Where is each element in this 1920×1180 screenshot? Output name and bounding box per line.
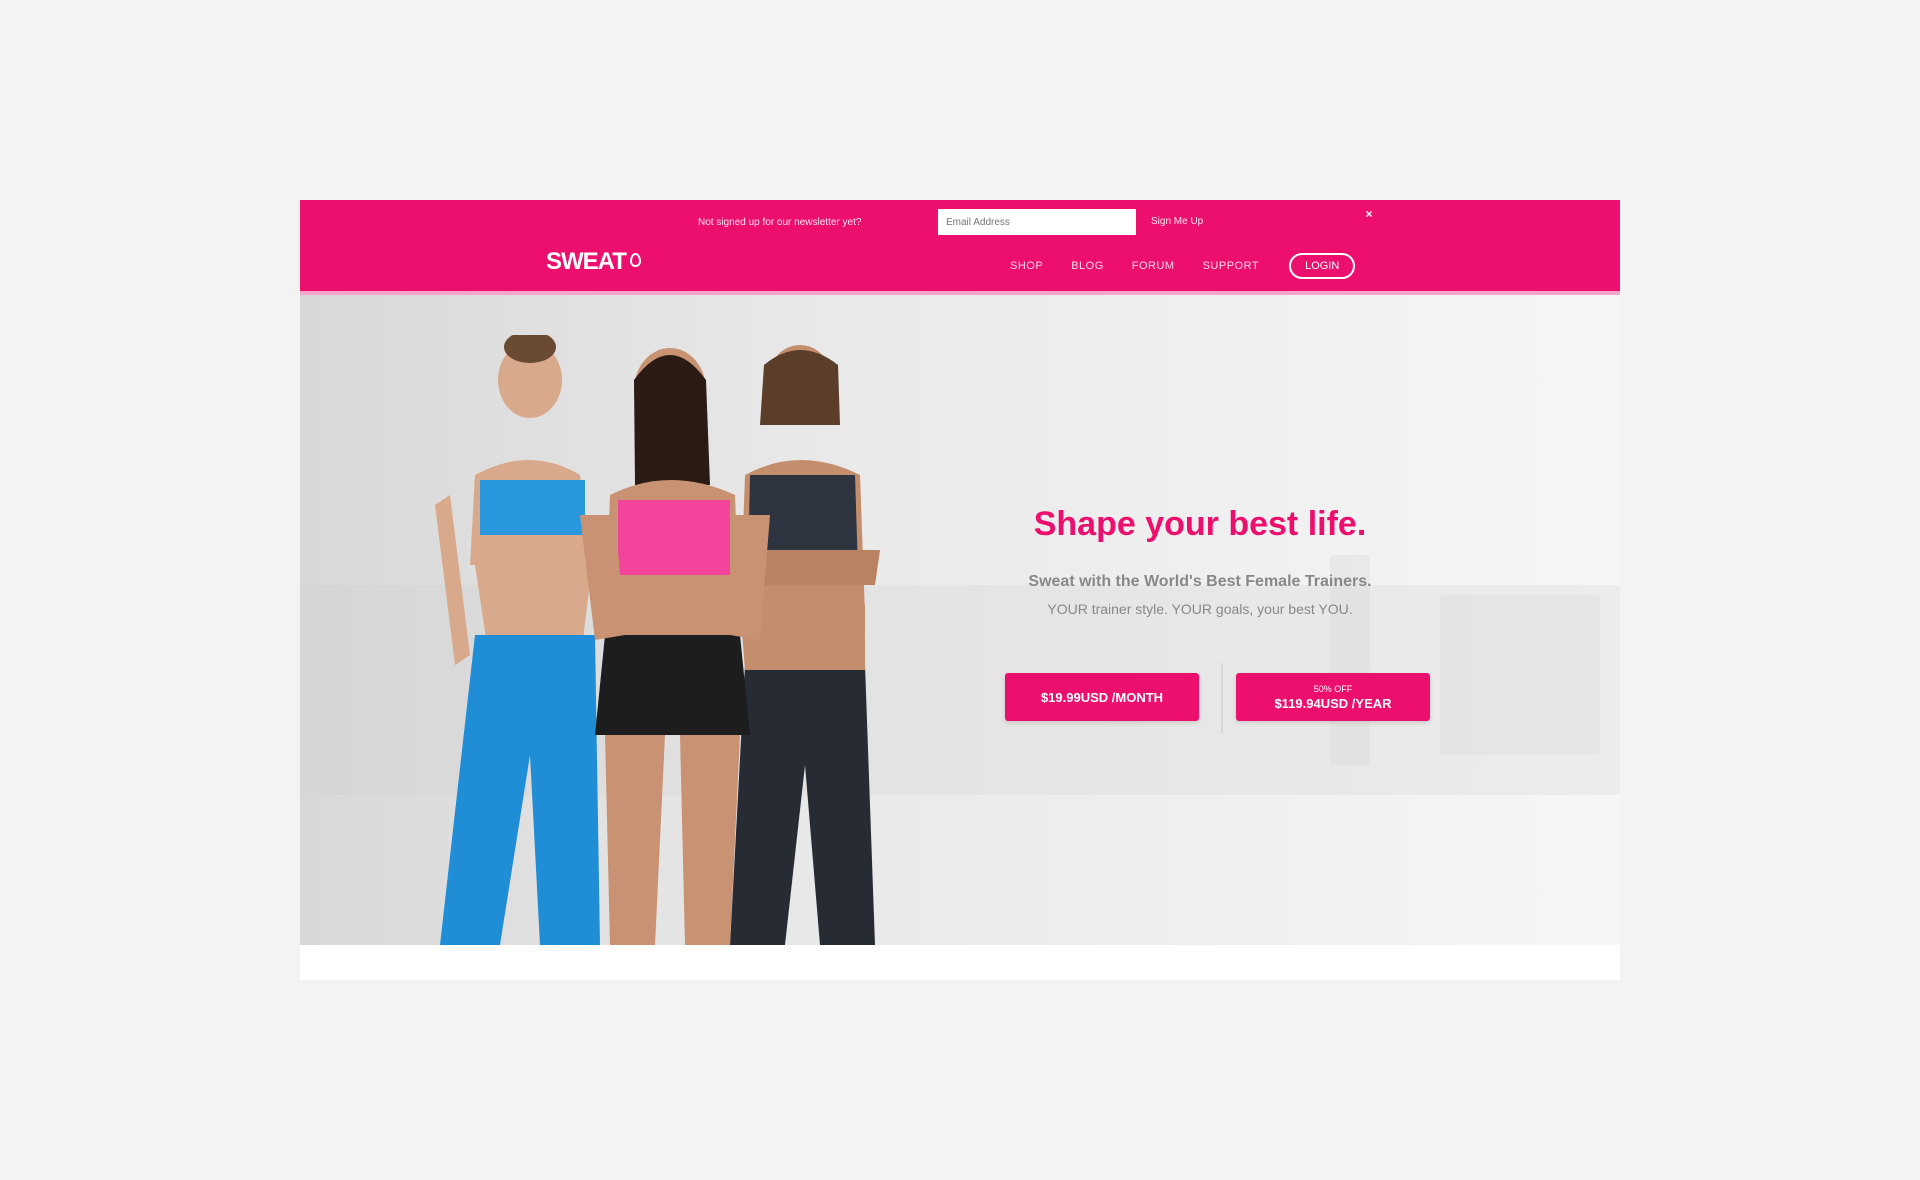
logo[interactable]: SWEAT — [546, 248, 641, 276]
page-bottom-strip — [300, 945, 1620, 980]
newsletter-email-input[interactable] — [938, 209, 1136, 235]
hero-subline-2: YOUR trainer style. YOUR goals, your bes… — [1047, 601, 1353, 617]
yearly-plan-button[interactable]: 50% OFF $119.94USD /YEAR — [1236, 673, 1430, 721]
hero-subline: Sweat with the World's Best Female Train… — [1028, 573, 1372, 590]
newsletter-bar: Not signed up for our newsletter yet? Si… — [300, 204, 1620, 235]
trainer-right — [725, 345, 880, 945]
site-header: Not signed up for our newsletter yet? Si… — [300, 200, 1620, 295]
nav-item-forum[interactable]: FORUM — [1132, 260, 1175, 272]
trainer-left — [435, 335, 600, 945]
nav-item-blog[interactable]: BLOG — [1071, 260, 1104, 272]
trainers-image — [435, 335, 880, 945]
logo-text: SWEAT — [546, 248, 627, 275]
hero-headline: Shape your best life. — [1033, 505, 1367, 543]
yearly-discount-badge: 50% OFF — [1313, 683, 1353, 694]
newsletter-text: Not signed up for our newsletter yet? — [698, 217, 862, 228]
nav-item-support[interactable]: SUPPORT — [1203, 260, 1259, 272]
drop-icon — [629, 253, 641, 267]
cta-divider — [1221, 663, 1223, 733]
yearly-plan-label: $119.94USD /YEAR — [1274, 695, 1392, 711]
close-icon[interactable]: × — [1363, 208, 1375, 220]
gym-bg-equipment — [1440, 595, 1600, 755]
monthly-plan-label: $19.99USD /MONTH — [1040, 689, 1164, 705]
main-nav: SHOP BLOG FORUM SUPPORT LOGIN — [1010, 252, 1356, 280]
browser-page: Not signed up for our newsletter yet? Si… — [300, 200, 1620, 980]
login-button[interactable]: LOGIN — [1289, 253, 1356, 279]
newsletter-signup-button[interactable]: Sign Me Up — [1143, 211, 1212, 233]
monthly-plan-button[interactable]: $19.99USD /MONTH — [1005, 673, 1199, 721]
nav-item-shop[interactable]: SHOP — [1010, 260, 1043, 272]
hero-section: Shape your best life. Sweat with the Wor… — [300, 295, 1620, 945]
